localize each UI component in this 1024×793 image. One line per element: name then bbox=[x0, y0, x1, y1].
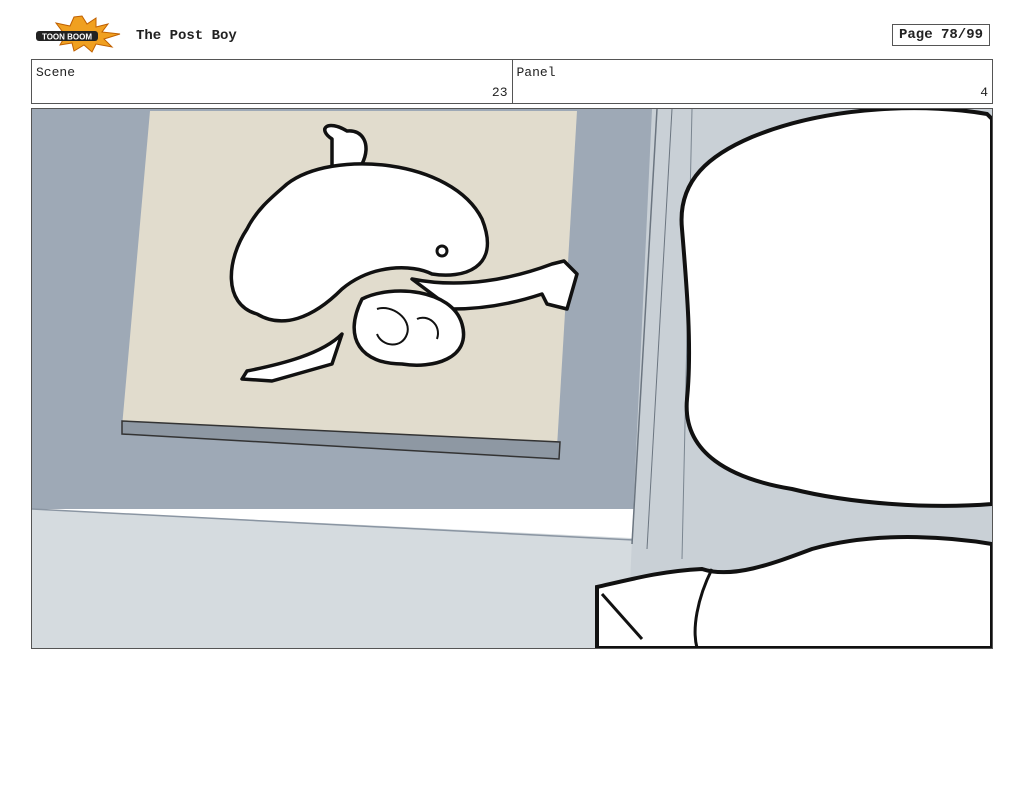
panel-cell: Panel 4 bbox=[511, 60, 993, 103]
storyboard-drawing bbox=[32, 109, 992, 648]
storyboard-panel bbox=[31, 108, 993, 649]
panel-number: 4 bbox=[980, 85, 988, 100]
scene-label: Scene bbox=[36, 65, 76, 80]
panel-label: Panel bbox=[516, 65, 556, 80]
scene-cell: Scene 23 bbox=[32, 60, 512, 103]
project-title: The Post Boy bbox=[136, 28, 237, 44]
page-indicator: Page 78/99 bbox=[892, 24, 990, 46]
toon-boom-logo: TOON BOOM bbox=[34, 14, 124, 54]
svg-text:TOON BOOM: TOON BOOM bbox=[42, 33, 92, 42]
scene-number: 23 bbox=[491, 85, 508, 100]
foreground-head bbox=[679, 109, 992, 508]
scene-panel-info: Scene 23 Panel 4 bbox=[31, 59, 993, 104]
